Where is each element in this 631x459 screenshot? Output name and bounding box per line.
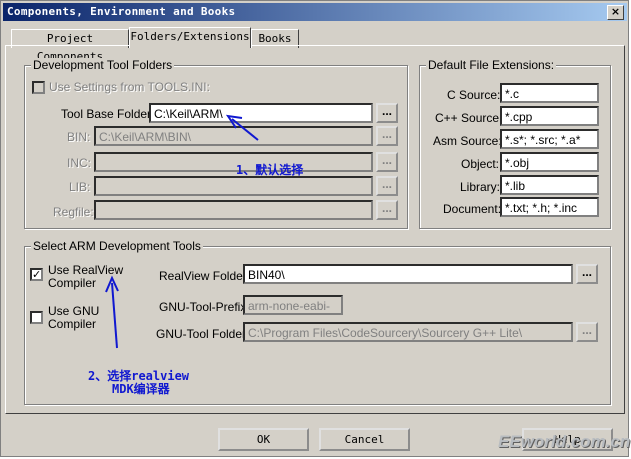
- use-settings-checkbox[interactable]: [32, 81, 45, 94]
- lib-input[interactable]: [94, 176, 373, 196]
- ext-doc-label: Document:: [443, 202, 502, 216]
- use-gnu-checkbox[interactable]: [30, 311, 43, 324]
- ext-asm-label: Asm Source:: [433, 134, 502, 148]
- use-realview-checkbox[interactable]: ✓: [30, 268, 43, 281]
- window-title: Components, Environment and Books: [7, 5, 236, 18]
- extensions-group-label: Default File Extensions:: [426, 58, 557, 72]
- annotation-2-line2: MDK编译器: [112, 382, 170, 396]
- bin-input[interactable]: C:\Keil\ARM\BIN\: [94, 126, 373, 146]
- realview-folder-input[interactable]: BIN40\: [243, 264, 573, 284]
- ext-obj-input[interactable]: *.obj: [500, 152, 599, 172]
- bin-label: BIN:: [67, 130, 91, 144]
- watermark: EEworld.com.cn: [498, 432, 631, 451]
- regfile-browse-button[interactable]: ...: [376, 200, 398, 220]
- use-realview-label-1: Use RealView: [48, 263, 124, 277]
- ext-doc-input[interactable]: *.txt; *.h; *.inc: [500, 197, 599, 217]
- tool-base-browse-button[interactable]: ...: [376, 103, 398, 123]
- cancel-button[interactable]: Cancel: [319, 428, 410, 451]
- realview-folder-label: RealView Folder:: [159, 269, 251, 283]
- use-gnu-label-2: Compiler: [48, 317, 97, 331]
- gnu-folder-label: GNU-Tool Folder:: [156, 327, 250, 341]
- close-icon[interactable]: ×: [607, 5, 624, 20]
- gnu-prefix-label: GNU-Tool-Prefix:: [159, 300, 250, 314]
- ok-button[interactable]: OK: [218, 428, 309, 451]
- lib-label: LIB:: [69, 180, 91, 194]
- regfile-label: Regfile:: [53, 205, 94, 219]
- lib-browse-button[interactable]: ...: [376, 176, 398, 196]
- gnu-folder-browse-button[interactable]: ...: [576, 322, 598, 342]
- ext-lib-label: Library:: [460, 180, 501, 194]
- title-bar[interactable]: Components, Environment and Books ×: [3, 3, 627, 21]
- tool-base-label: Tool Base Folder:: [61, 107, 155, 121]
- gnu-folder-input[interactable]: C:\Program Files\CodeSourcery\Sourcery G…: [243, 322, 573, 342]
- gnu-prefix-input[interactable]: arm-none-eabi-: [243, 295, 343, 315]
- ext-cpp-label: C++ Source:: [435, 111, 503, 125]
- regfile-input[interactable]: [94, 200, 373, 220]
- ext-obj-label: Object:: [461, 157, 500, 171]
- dev-tools-group-label: Development Tool Folders: [31, 58, 175, 72]
- ext-lib-input[interactable]: *.lib: [500, 175, 599, 195]
- ext-asm-input[interactable]: *.s*; *.src; *.a*: [500, 129, 599, 149]
- inc-input[interactable]: [94, 152, 373, 172]
- arm-tools-group-label: Select ARM Development Tools: [31, 239, 203, 253]
- use-realview-label-2: Compiler: [48, 276, 97, 290]
- tab-folders-extensions[interactable]: Folders/Extensions: [129, 27, 251, 48]
- ext-c-label: C Source:: [447, 88, 501, 102]
- inc-browse-button[interactable]: ...: [376, 152, 398, 172]
- annotation-1: 1、默认选择: [236, 163, 304, 177]
- ext-cpp-input[interactable]: *.cpp: [500, 106, 599, 126]
- ext-c-input[interactable]: *.c: [500, 83, 599, 103]
- bin-browse-button[interactable]: ...: [376, 126, 398, 146]
- use-settings-label: Use Settings from TOOLS.INI:: [49, 80, 210, 94]
- inc-label: INC:: [67, 156, 91, 170]
- use-gnu-label-1: Use GNU: [48, 304, 100, 318]
- realview-browse-button[interactable]: ...: [576, 264, 598, 284]
- tool-base-input[interactable]: C:\Keil\ARM\: [149, 103, 373, 123]
- dialog-window: Components, Environment and Books × Proj…: [0, 0, 629, 457]
